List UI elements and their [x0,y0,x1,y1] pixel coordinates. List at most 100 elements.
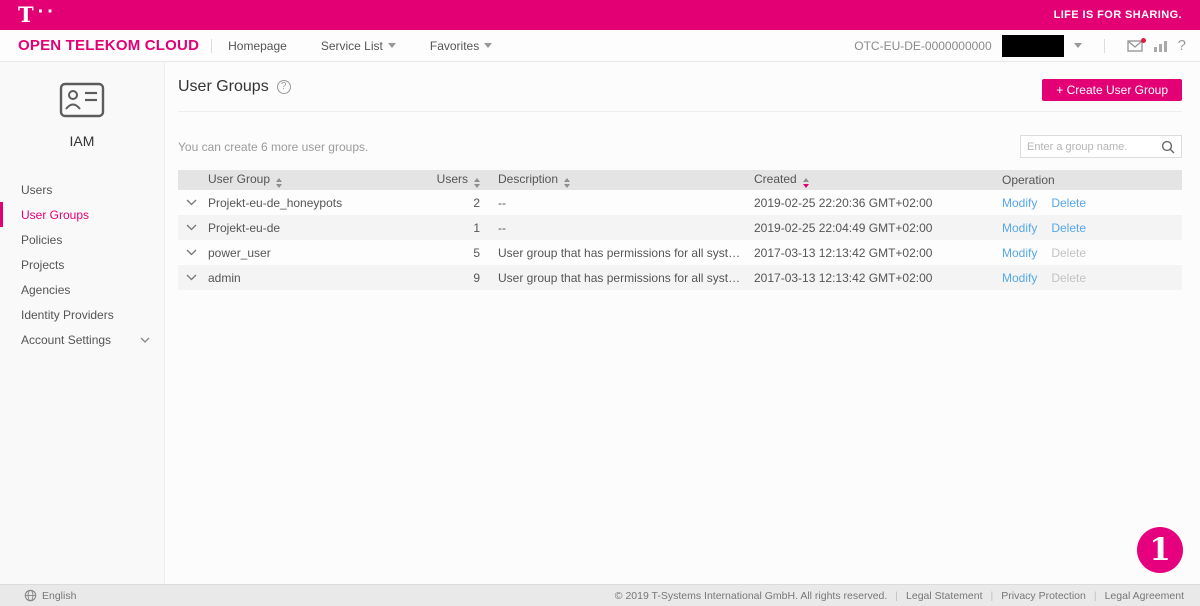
group-search-box [1020,135,1182,158]
legal-statement-link[interactable]: Legal Statement [906,590,982,602]
group-description: -- [494,196,750,210]
sidebar-item-label: Account Settings [21,333,111,347]
col-users[interactable]: Users [430,172,494,188]
sidebar-item-label: Users [21,183,52,197]
telekom-t-logo[interactable]: T ·· [18,4,57,26]
sort-icon[interactable] [276,178,282,188]
table-row: Projekt-eu-de_honeypots 2 -- 2019-02-25 … [178,190,1182,215]
row-operations: Modify Delete [998,271,1182,285]
tool-row: You can create 6 more user groups. [178,135,1182,158]
sidebar-item-policies[interactable]: Policies [0,227,164,252]
usage-report-icon[interactable] [1153,39,1168,52]
row-expander[interactable] [178,199,204,206]
sidebar-item-label: Agencies [21,283,70,297]
row-operations: Modify Delete [998,196,1182,210]
group-users: 1 [430,221,494,235]
copyright-text: © 2019 T-Systems International GmbH. All… [615,590,888,602]
account-label: OTC-EU-DE-0000000000 [854,39,991,53]
nav-favorites-label: Favorites [430,39,479,53]
account-dropdown[interactable] [1074,43,1082,48]
help-icon[interactable]: ? [1178,37,1186,54]
nav-favorites[interactable]: Favorites [430,39,492,53]
header-divider [211,39,212,53]
delete-link-disabled: Delete [1051,246,1086,260]
sidebar-item-label: User Groups [21,208,89,222]
modify-link[interactable]: Modify [1002,246,1037,260]
chevron-down-icon [140,337,150,343]
modify-link[interactable]: Modify [1002,196,1037,210]
nav-homepage[interactable]: Homepage [228,39,287,53]
service-title: IAM [0,133,164,149]
sidebar-item-account-settings[interactable]: Account Settings [0,327,164,352]
header-divider [1104,39,1105,53]
sidebar-item-user-groups[interactable]: User Groups [0,202,164,227]
sort-icon[interactable] [564,178,570,188]
modify-link[interactable]: Modify [1002,271,1037,285]
col-created[interactable]: Created [750,172,998,188]
legal-agreement-link[interactable]: Legal Agreement [1105,590,1184,602]
delete-link[interactable]: Delete [1051,196,1086,210]
t-logo-letter: T [18,4,34,26]
group-description: -- [494,221,750,235]
chevron-down-icon [186,199,197,206]
page-title: User Groups [178,78,269,96]
group-search-input[interactable] [1027,141,1161,153]
nav-service-list[interactable]: Service List [321,39,396,53]
create-user-group-button[interactable]: + Create User Group [1042,79,1182,101]
group-description: User group that has permissions for all … [494,271,750,285]
group-name: Projekt-eu-de [204,221,430,235]
sort-icon-active-desc[interactable] [803,178,809,188]
col-user-group[interactable]: User Group [204,172,430,188]
row-expander[interactable] [178,249,204,256]
group-created: 2019-02-25 22:20:36 GMT+02:00 [750,196,998,210]
help-circle-icon[interactable]: ? [277,80,291,94]
bar-chart-icon [1153,39,1168,52]
title-bar: User Groups ? [178,62,1182,112]
delete-link[interactable]: Delete [1051,221,1086,235]
footer-divider: | [895,590,898,602]
language-selector[interactable]: English [24,589,76,602]
col-label: User Group [208,172,270,186]
topbar-slogan: LIFE IS FOR SHARING. [1054,9,1182,21]
quota-hint: You can create 6 more user groups. [178,140,368,154]
table-row: power_user 5 User group that has permiss… [178,240,1182,265]
sidebar-item-agencies[interactable]: Agencies [0,277,164,302]
col-label: Users [437,172,468,186]
group-users: 2 [430,196,494,210]
language-label: English [42,590,76,602]
globe-icon [24,589,37,602]
chevron-down-icon [186,224,197,231]
otc-logo[interactable]: OPEN TELEKOM CLOUD [18,37,199,54]
table-header-row: User Group Users Description Created Ope… [178,170,1182,190]
sort-icon[interactable] [474,178,480,188]
footer: English © 2019 T-Systems International G… [0,584,1200,606]
row-expander[interactable] [178,224,204,231]
chevron-down-icon [1074,43,1082,48]
user-groups-table: User Group Users Description Created Ope… [178,170,1182,290]
iam-id-card-icon [59,82,105,118]
chevron-down-icon [388,43,396,48]
main-content: User Groups ? + Create User Group You ca… [165,62,1200,584]
chevron-down-icon [186,274,197,281]
search-icon[interactable] [1161,140,1175,154]
row-expander[interactable] [178,274,204,281]
group-name: Projekt-eu-de_honeypots [204,196,430,210]
table-row: admin 9 User group that has permissions … [178,265,1182,290]
sidebar-item-projects[interactable]: Projects [0,252,164,277]
nav-homepage-label: Homepage [228,39,287,53]
row-operations: Modify Delete [998,221,1182,235]
app-header: OPEN TELEKOM CLOUD Homepage Service List… [0,30,1200,62]
group-users: 9 [430,271,494,285]
delete-link-disabled: Delete [1051,271,1086,285]
sidebar-item-users[interactable]: Users [0,177,164,202]
sidebar-service-header: IAM [0,82,164,149]
sidebar-item-identity-providers[interactable]: Identity Providers [0,302,164,327]
privacy-protection-link[interactable]: Privacy Protection [1001,590,1086,602]
row-operations: Modify Delete [998,246,1182,260]
chevron-down-icon [484,43,492,48]
modify-link[interactable]: Modify [1002,221,1037,235]
footer-divider: | [1094,590,1097,602]
col-description[interactable]: Description [494,172,750,188]
col-label: Created [754,172,797,186]
messages-icon[interactable] [1127,40,1143,52]
